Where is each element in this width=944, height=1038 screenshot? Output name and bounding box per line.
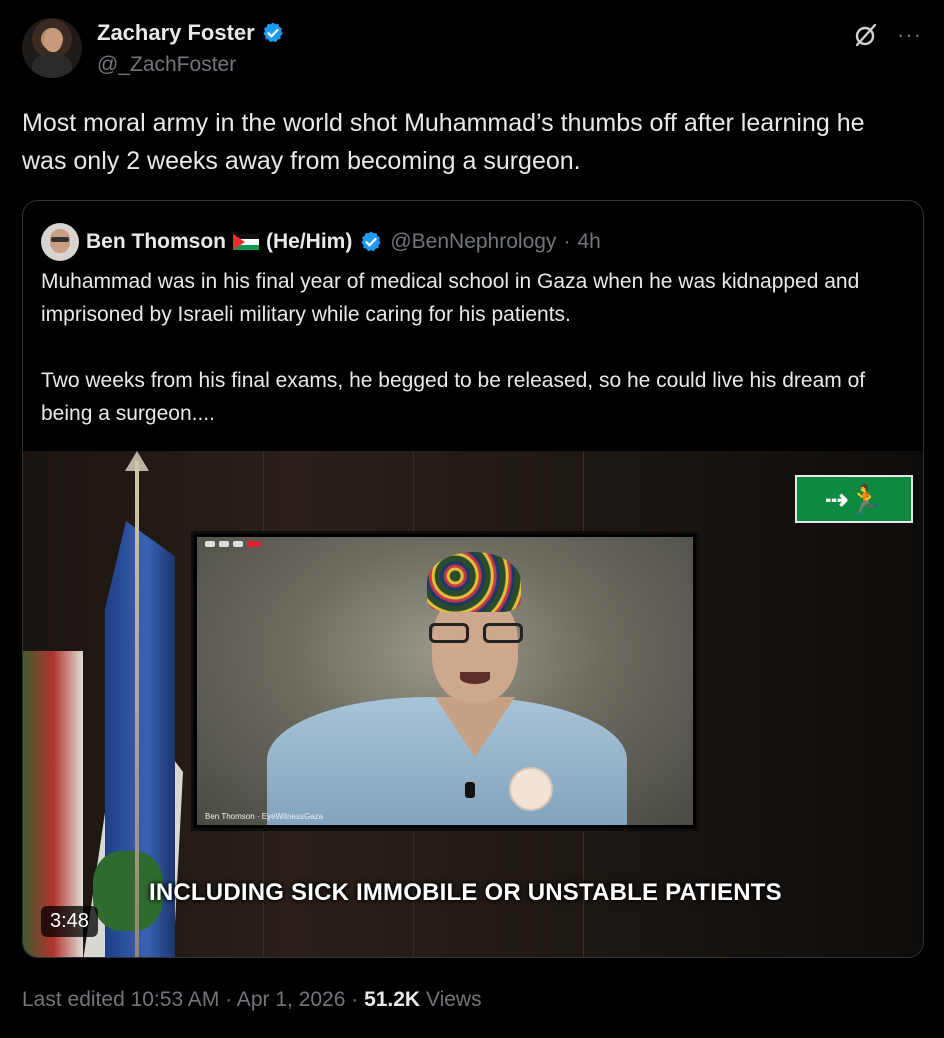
speaker-microphone	[465, 782, 475, 798]
video-call-toolbar	[205, 541, 285, 551]
tweet-text: Most moral army in the world shot Muhamm…	[22, 109, 865, 175]
exit-sign-icon: ⇢🏃	[795, 475, 913, 523]
views-label: Views	[425, 988, 482, 1011]
edited-timestamp[interactable]: Last edited 10:53 AM · Apr 1, 2026 ·	[22, 988, 358, 1011]
speaker-surgical-cap	[427, 552, 521, 612]
more-options-icon[interactable]: ···	[897, 24, 922, 46]
video-call-name-label: Ben Thomson · EyeWitnessGaza	[205, 812, 324, 821]
video-screen-monitor: Ben Thomson · EyeWitnessGaza	[191, 531, 699, 831]
tweet-meta: Last edited 10:53 AM · Apr 1, 2026 · 51.…	[22, 988, 482, 1012]
speaker-photo-badge	[509, 767, 553, 811]
palestine-flag-icon	[233, 233, 259, 251]
verified-badge-icon	[361, 231, 381, 252]
quoted-author-handle[interactable]: @BenNephrology	[390, 230, 556, 254]
quoted-author-avatar[interactable]	[41, 223, 79, 261]
quoted-avatar-glasses	[51, 237, 69, 242]
video-call-frame: Ben Thomson · EyeWitnessGaza	[197, 537, 693, 825]
avatar-face	[44, 28, 62, 52]
author-display-name[interactable]: Zachary Foster	[97, 20, 255, 46]
speaker-mouth	[460, 672, 490, 684]
grok-icon[interactable]	[853, 22, 879, 48]
quoted-separator: ·	[563, 230, 571, 253]
views-count: 51.2K	[364, 988, 421, 1011]
video-caption: INCLUDING SICK IMMOBILE OR UNSTABLE PATI…	[149, 879, 782, 906]
author-handle[interactable]: @_ZachFoster	[97, 53, 236, 77]
author-avatar[interactable]	[22, 18, 82, 78]
quoted-author-name[interactable]: Ben Thomson	[86, 230, 226, 254]
quoted-tweet-header: Ben Thomson (He/Him) @BenNephrology · 4h	[41, 223, 601, 261]
quoted-video-player[interactable]: ⇢🏃 Ben Thomson · EyeWitnessGaza INCLUDIN…	[23, 451, 923, 957]
quoted-author-pronouns: (He/Him)	[266, 230, 353, 253]
speaker-glasses	[429, 623, 523, 645]
tweet-top-actions: ···	[853, 22, 922, 48]
quoted-tweet-card[interactable]: Ben Thomson (He/Him) @BenNephrology · 4h…	[22, 200, 924, 958]
speaker-neck	[435, 697, 515, 757]
video-duration-badge: 3:48	[41, 906, 98, 937]
verified-badge-icon	[263, 22, 283, 43]
quoted-timestamp[interactable]: 4h	[577, 230, 600, 254]
author-name-row: Zachary Foster	[97, 20, 285, 46]
flag-pole	[135, 461, 139, 957]
quoted-tweet-text: Muhammad was in his final year of medica…	[41, 270, 866, 425]
avatar-body	[32, 54, 72, 78]
